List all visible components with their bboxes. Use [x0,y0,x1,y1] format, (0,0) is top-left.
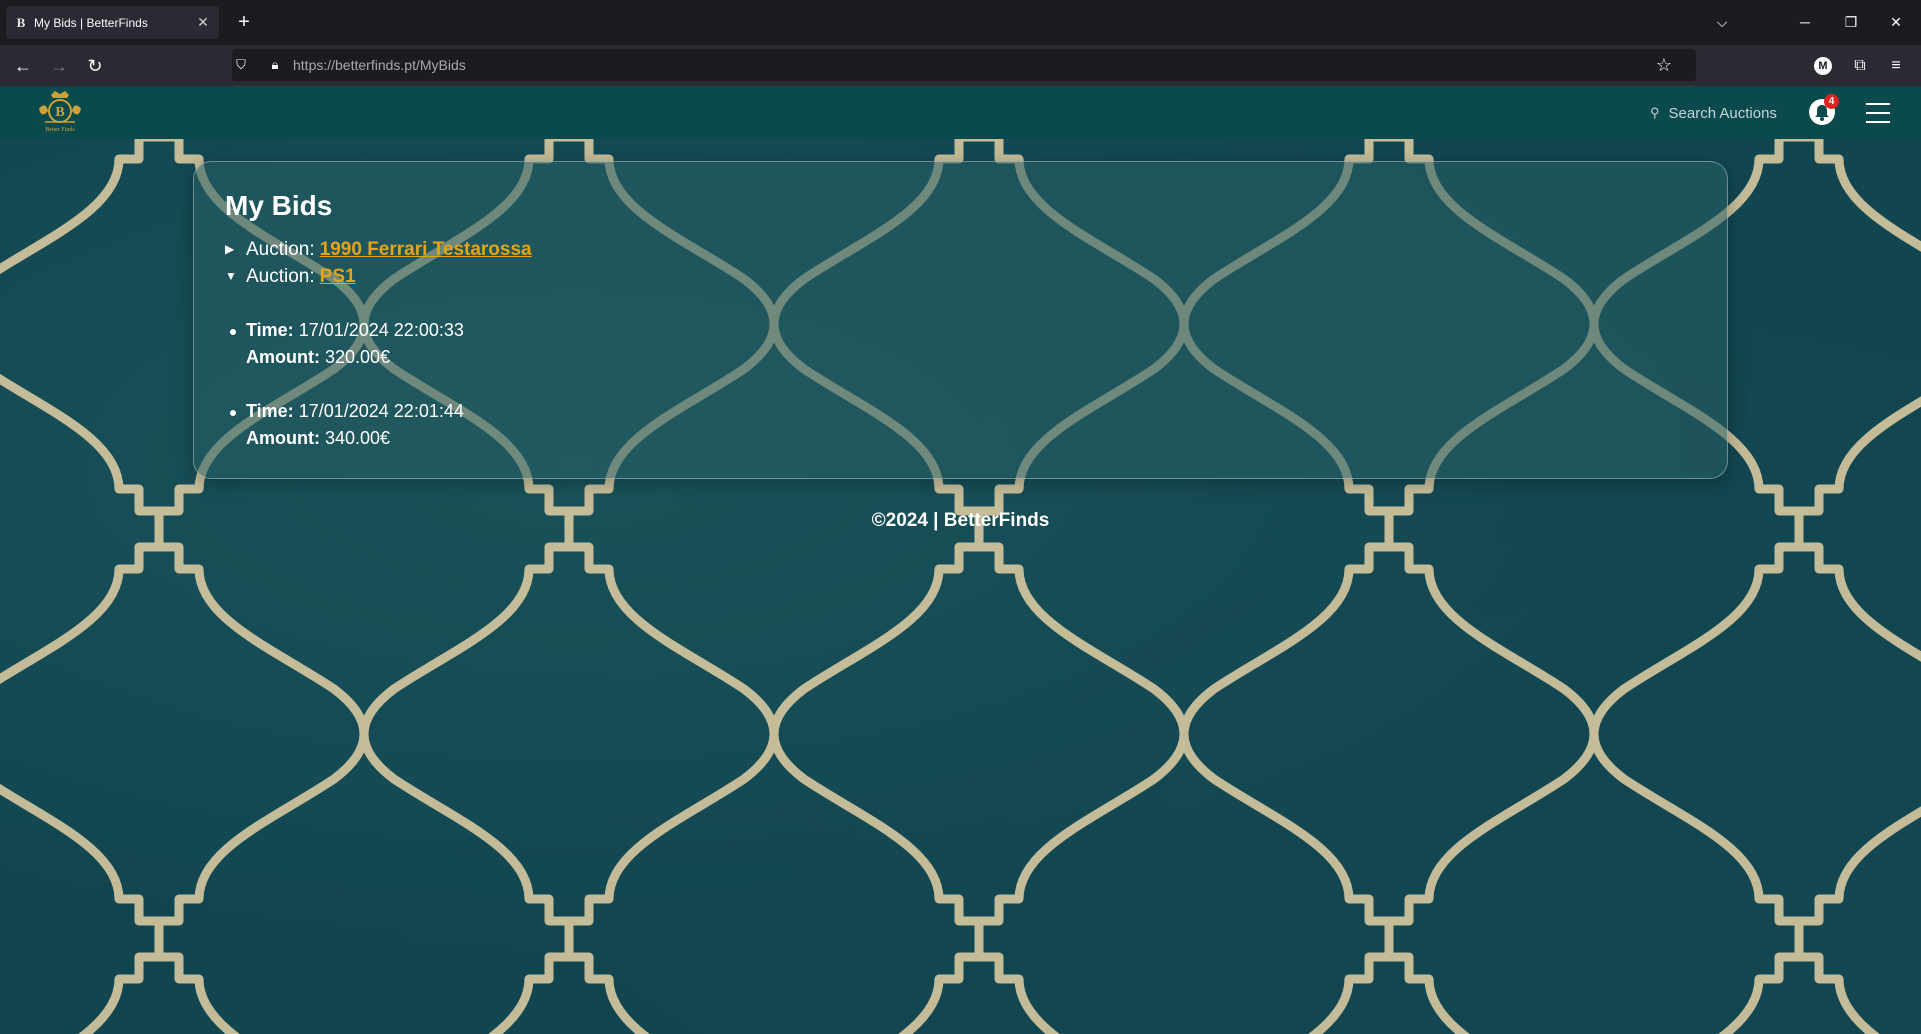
site-viewport: B Better Finds ⚲ Search Auctions 4 My Bi… [0,86,1921,1034]
bid-item: Time: 17/01/2024 22:00:33 Amount: 320.00… [230,317,1696,371]
url-text[interactable]: https://betterfinds.pt/MyBids [293,57,466,73]
minimize-window-button[interactable]: ─ [1785,8,1825,36]
my-bids-card: My Bids ▶ Auction: 1990 Ferrari Testaros… [193,161,1728,479]
new-tab-button[interactable]: + [232,10,256,34]
close-window-button[interactable]: ✕ [1876,8,1916,36]
shield-icon[interactable]: ⛉ [232,56,250,74]
search-auctions[interactable]: ⚲ Search Auctions [1650,102,1777,124]
lock-icon[interactable]: 🔒︎ [266,56,284,74]
expand-triangle-icon[interactable]: ▶ [225,236,246,263]
auction-link-ps1[interactable]: PS1 [320,263,356,290]
reload-icon[interactable]: ↻ [80,51,110,81]
site-footer: ©2024 | BetterFinds [871,510,1050,531]
betterfinds-logo[interactable]: B Better Finds [33,89,87,135]
back-arrow-icon[interactable]: ← [8,51,38,81]
auction-row-collapsed[interactable]: ▶ Auction: 1990 Ferrari Testarossa [225,236,1696,263]
browser-navigation-bar: ← → ↻ ⛉ 🔒︎ https://betterfinds.pt/MyBids… [0,45,1921,86]
browser-tab[interactable]: B My Bids | BetterFinds ✕ [6,6,219,39]
url-host: https://betterfinds.pt [293,57,416,73]
search-placeholder: Search Auctions [1668,104,1777,122]
notification-count-badge: 4 [1824,94,1839,109]
auction-row-expanded[interactable]: ▼ Auction: PS1 [225,263,1696,290]
browser-menu-icon[interactable]: ≡ [1881,51,1911,81]
address-bar[interactable]: ⛉ 🔒︎ https://betterfinds.pt/MyBids ☆ [232,49,1696,81]
bid-list: Time: 17/01/2024 22:00:33 Amount: 320.00… [225,317,1696,452]
forward-arrow-icon[interactable]: → [44,51,74,81]
bid-time: 17/01/2024 22:01:44 [298,401,464,421]
amount-label: Amount: [246,428,320,448]
time-label: Time: [246,401,294,421]
account-avatar: M [1814,56,1832,75]
extensions-puzzle-icon[interactable]: ⧉ [1845,51,1875,81]
bookmark-star-icon[interactable]: ☆ [1656,55,1672,76]
auction-prefix: Auction: [246,266,315,287]
page-title: My Bids [225,190,333,221]
site-favicon-icon: B [16,14,26,30]
logo-caption: Better Finds [45,127,75,133]
amount-label: Amount: [246,347,320,367]
tab-close-icon[interactable]: ✕ [195,14,211,31]
bid-time: 17/01/2024 22:00:33 [298,320,464,340]
bid-amount: 340.00€ [325,428,391,448]
menu-hamburger-icon[interactable] [1866,103,1890,123]
auction-prefix: Auction: [246,239,315,260]
account-button[interactable]: M [1808,51,1838,81]
search-icon: ⚲ [1650,105,1660,120]
svg-text:B: B [55,105,64,120]
site-header: B Better Finds ⚲ Search Auctions 4 [0,86,1921,139]
bid-amount: 320.00€ [325,347,391,367]
tab-list-chevron-icon[interactable]: ⌵ [1710,10,1734,34]
url-path: /MyBids [415,57,466,73]
bid-item: Time: 17/01/2024 22:01:44 Amount: 340.00… [230,398,1696,452]
tab-title: My Bids | BetterFinds [34,15,148,30]
restore-window-button[interactable]: ❐ [1831,8,1871,36]
auction-link-ferrari[interactable]: 1990 Ferrari Testarossa [320,236,532,263]
collapse-triangle-icon[interactable]: ▼ [225,263,246,290]
time-label: Time: [246,320,294,340]
browser-tab-strip: B My Bids | BetterFinds ✕ + ⌵ ─ ❐ ✕ [0,0,1921,45]
